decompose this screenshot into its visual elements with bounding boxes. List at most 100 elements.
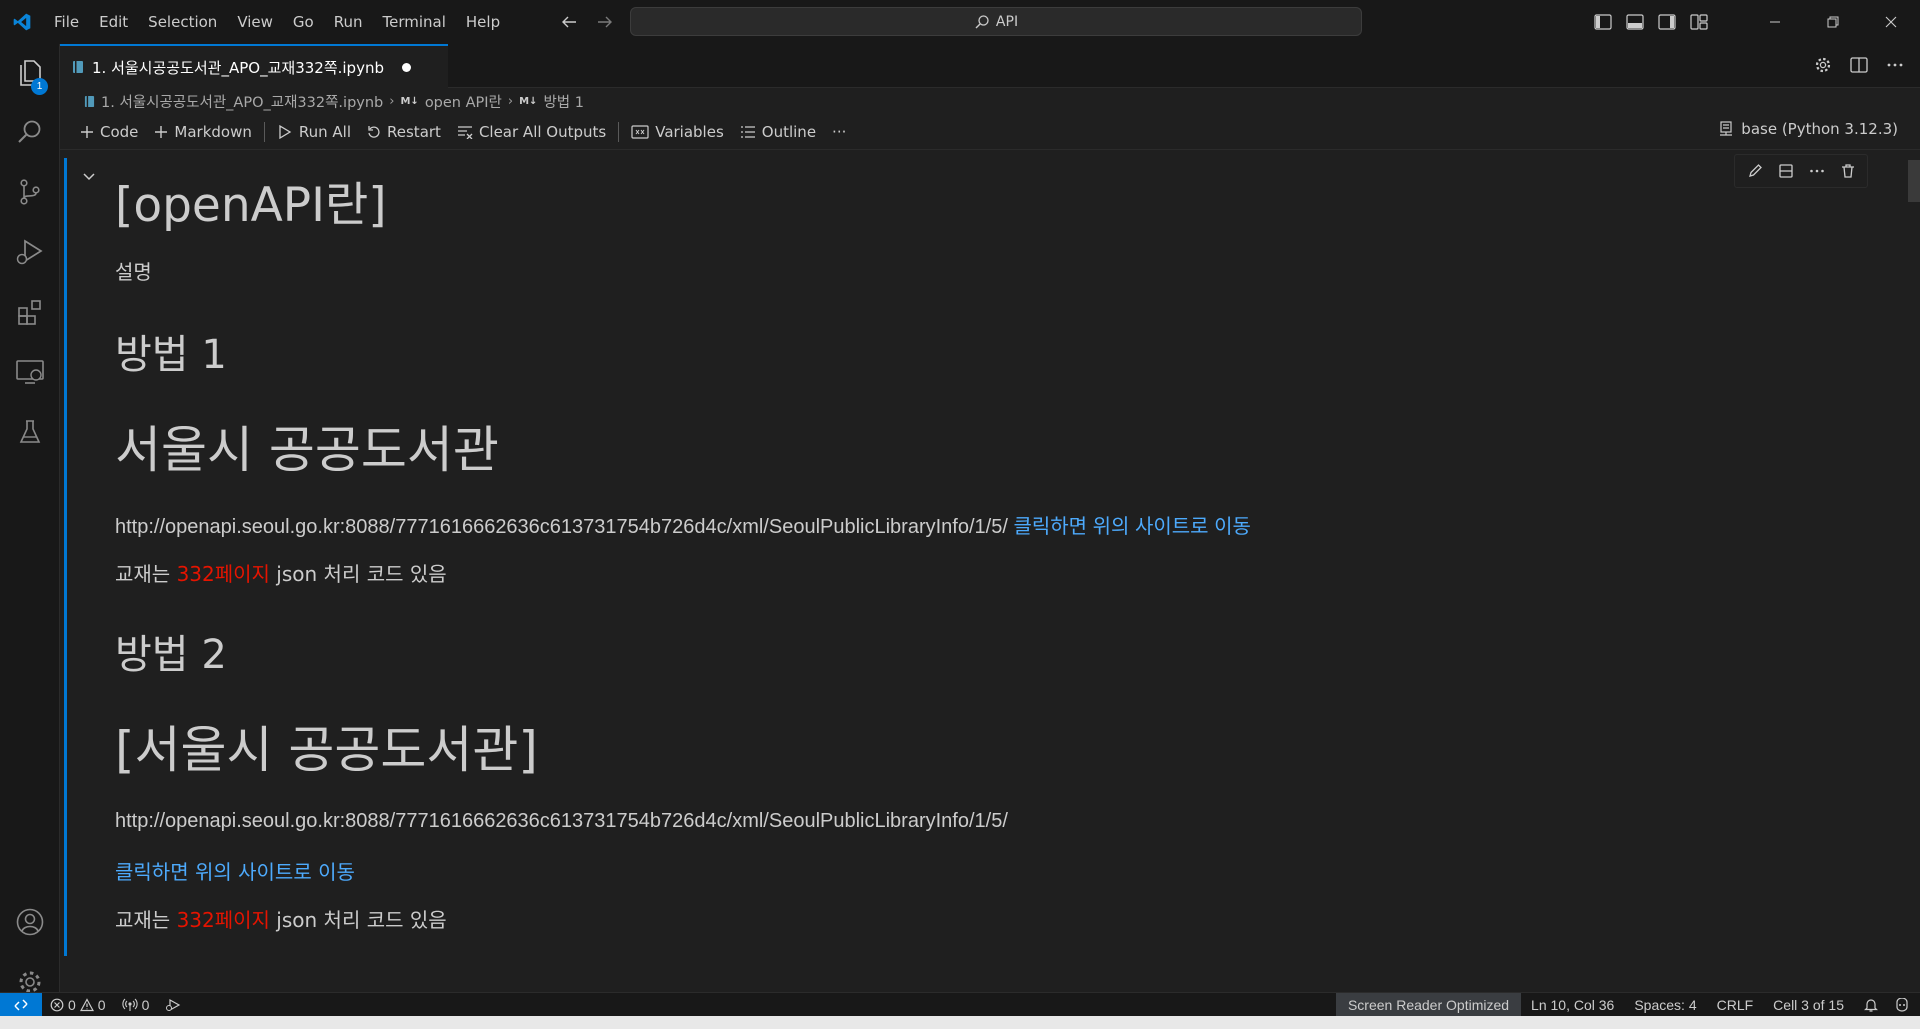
cell-heading: [openAPI란] [115,178,387,233]
chevron-right-icon: › [507,93,514,109]
warning-icon [79,997,94,1012]
restart-icon [367,125,381,139]
menu-view[interactable]: View [227,7,283,37]
toolbar-divider [618,121,620,142]
toggle-primary-sidebar-icon[interactable] [1592,11,1614,33]
minimize-icon[interactable] [1746,0,1804,44]
explorer-badge: 1 [31,78,48,95]
source-control-icon[interactable] [0,168,60,216]
run-all-button[interactable]: Run All [269,119,359,145]
restart-button[interactable]: Restart [359,119,449,145]
notebook-file-icon [84,95,95,108]
notebook-toolbar: Code Markdown Run All Restart Clear All … [60,114,1920,150]
menu-go[interactable]: Go [283,7,324,37]
add-code-label: Code [100,122,139,141]
notebook-editor: [openAPI란] 설명 방법 1 서울시 공공도서관 http://open… [60,150,1920,992]
note1-prefix: 교재는 [115,562,177,586]
run-all-label: Run All [298,122,352,141]
breadcrumb-file[interactable]: 1. 서울시공공도서관_APO_교재332쪽.ipynb [101,91,383,112]
settings-gear-icon[interactable] [1812,54,1834,76]
remote-explorer-icon[interactable] [0,348,60,396]
more-toolbar-actions-button[interactable]: ··· [824,119,854,145]
run-debug-icon[interactable] [0,228,60,276]
forward-arrow-icon[interactable] [594,9,616,35]
restart-label: Restart [387,122,441,141]
note1-paragraph: 교재는 332페이지 json 처리 코드 있음 [115,558,447,587]
menu-bar: File Edit Selection View Go Run Terminal… [44,0,510,44]
add-code-cell-button[interactable]: Code [72,119,146,145]
note1-highlight: 332페이지 [176,562,270,586]
clear-all-outputs-button[interactable]: Clear All Outputs [449,119,614,145]
remote-indicator-icon[interactable] [0,992,42,1017]
breadcrumb-section-openapi[interactable]: open API란 [425,91,502,112]
chevron-down-icon[interactable] [82,172,96,182]
copilot-icon[interactable] [1888,993,1920,1017]
customize-layout-icon[interactable] [1688,11,1710,33]
split-editor-icon[interactable] [1848,54,1870,76]
vscode-logo-icon [0,0,44,44]
search-text: API [995,13,1019,30]
method2-heading: 방법 2 [115,632,227,678]
kernel-picker[interactable]: base (Python 3.12.3) [1719,120,1898,138]
menu-help[interactable]: Help [456,7,510,37]
url2-text: http://openapi.seoul.go.kr:8088/77716166… [115,810,1008,832]
warning-count: 0 [97,996,106,1013]
breadcrumb-section-method1[interactable]: 방법 1 [543,91,584,112]
kernel-icon [1719,121,1733,137]
menu-run[interactable]: Run [324,7,373,37]
back-arrow-icon[interactable] [558,9,580,35]
link2[interactable]: 클릭하면 위의 사이트로 이동 [115,856,355,885]
close-icon[interactable] [1862,0,1920,44]
search-icon [974,14,990,30]
command-center-search[interactable]: API [630,7,1362,36]
menu-edit[interactable]: Edit [89,7,138,37]
split-cell-icon[interactable] [1774,159,1798,183]
notifications-bell-icon[interactable] [1854,993,1888,1017]
ports-indicator[interactable]: 0 [114,993,158,1017]
tab-notebook[interactable]: 1. 서울시공공도서관_APO_교재332쪽.ipynb [60,44,448,88]
note2-highlight: 332페이지 [176,908,270,932]
menu-file[interactable]: File [44,7,89,37]
outline-button[interactable]: Outline [732,119,824,145]
problems-indicator[interactable]: 0 0 [42,993,114,1017]
note2-paragraph: 교재는 332페이지 json 처리 코드 있음 [115,904,447,933]
variables-button[interactable]: Variables [623,119,732,145]
more-actions-icon[interactable] [1884,54,1906,76]
taskbar-strip [0,1016,1920,1029]
screen-reader-mode[interactable]: Screen Reader Optimized [1335,993,1522,1017]
add-markdown-cell-button[interactable]: Markdown [146,119,259,145]
breadcrumb: 1. 서울시공공도서관_APO_교재332쪽.ipynb › M↓ open A… [60,88,1920,114]
toggle-panel-icon[interactable] [1624,11,1646,33]
menu-terminal[interactable]: Terminal [373,7,456,37]
more-cell-actions-icon[interactable] [1805,159,1829,183]
variables-label: Variables [655,122,724,141]
explorer-icon[interactable]: 1 [0,48,60,96]
end-of-line[interactable]: CRLF [1707,993,1764,1017]
unsaved-dot-icon[interactable] [402,62,411,72]
indentation[interactable]: Spaces: 4 [1624,993,1706,1017]
plus-icon [80,125,94,139]
broadcast-icon [121,998,138,1012]
kernel-label: base (Python 3.12.3) [1741,120,1898,138]
accounts-icon[interactable] [0,898,60,946]
search-icon[interactable] [0,108,60,156]
status-bar: 0 0 0 Screen Reader Optimized Ln 10, Col… [0,992,1920,1017]
menu-selection[interactable]: Selection [138,7,227,37]
testing-icon[interactable] [0,408,60,456]
outline-icon [740,125,756,139]
delete-trash-icon[interactable] [1836,159,1860,183]
debug-launch-icon[interactable] [157,993,189,1017]
edit-pencil-icon[interactable] [1743,159,1767,183]
toggle-secondary-sidebar-icon[interactable] [1656,11,1678,33]
notebook-file-icon [72,60,84,74]
note2-prefix: 교재는 [115,908,177,932]
link1[interactable]: 클릭하면 위의 사이트로 이동 [1013,516,1250,538]
cursor-position[interactable]: Ln 10, Col 36 [1521,993,1624,1017]
markdown-icon: M↓ [519,95,538,107]
activity-bar: 1 [0,44,60,993]
cell-indicator[interactable]: Cell 3 of 15 [1763,993,1854,1017]
scrollbar-thumb[interactable] [1908,160,1920,202]
restore-icon[interactable] [1804,0,1862,44]
cell-focus-indicator [64,158,67,956]
extensions-icon[interactable] [0,288,60,336]
